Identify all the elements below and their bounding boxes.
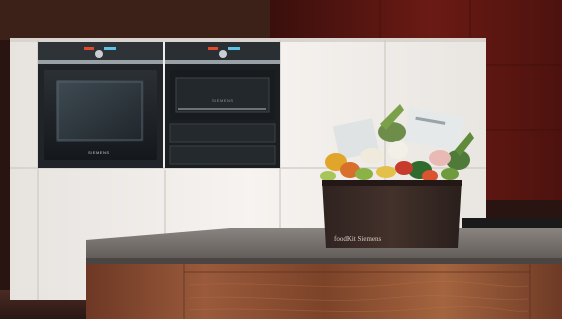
box-label: foodKit Siemens [334, 235, 382, 243]
kitchen-scene: SIEMENS SIEMENS foodKit Siemens [0, 0, 562, 319]
oven-left-brand: SIEMENS [88, 150, 110, 155]
kitchen-illustration [0, 0, 562, 319]
oven-right-brand: SIEMENS [212, 98, 234, 103]
